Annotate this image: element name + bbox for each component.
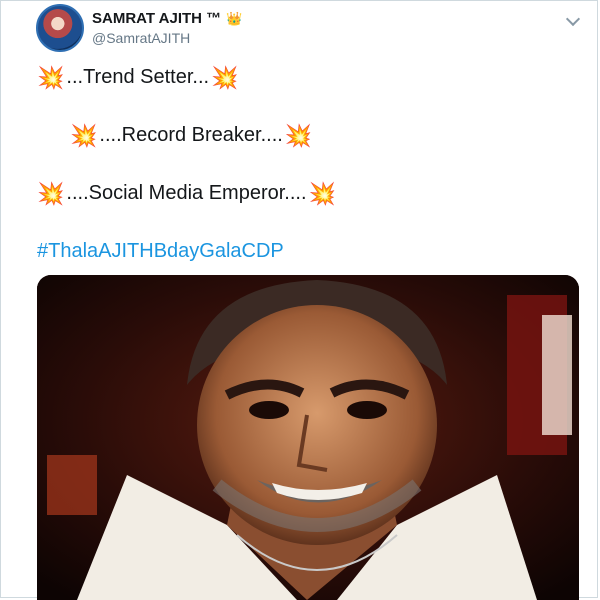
- chevron-down-icon[interactable]: [565, 11, 581, 27]
- hashtag-link[interactable]: #ThalaAJITHBdayGalaCDP: [37, 240, 284, 263]
- tweet-line-text: ....Social Media Emperor....: [66, 182, 307, 204]
- tweet-header: SAMRAT AJITH ™ 👑 @SamratAJITH: [36, 4, 586, 54]
- user-handle[interactable]: @SamratAJITH: [92, 30, 190, 46]
- tweet-line: 💥 ....Social Media Emperor.... 💥: [37, 182, 336, 205]
- avatar[interactable]: [36, 4, 84, 52]
- portrait-illustration: [37, 275, 579, 600]
- collision-icon: 💥: [211, 64, 239, 90]
- collision-icon: 💥: [37, 64, 65, 90]
- display-name[interactable]: SAMRAT AJITH ™: [92, 10, 221, 27]
- tweet-line-text: ...Trend Setter...: [66, 66, 210, 88]
- collision-icon: 💥: [308, 180, 336, 206]
- collision-icon: 💥: [70, 122, 98, 148]
- collision-icon: 💥: [284, 122, 313, 148]
- tweet-media-photo[interactable]: [37, 275, 579, 600]
- crown-icon: 👑: [226, 10, 243, 26]
- collision-icon: 💥: [37, 180, 65, 206]
- name-row: SAMRAT AJITH ™ 👑: [92, 10, 242, 27]
- tweet-line: 💥 ....Record Breaker.... 💥: [70, 124, 312, 147]
- tweet-line: 💥 ...Trend Setter... 💥: [37, 66, 238, 89]
- tweet-line-text: ....Record Breaker....: [99, 124, 283, 146]
